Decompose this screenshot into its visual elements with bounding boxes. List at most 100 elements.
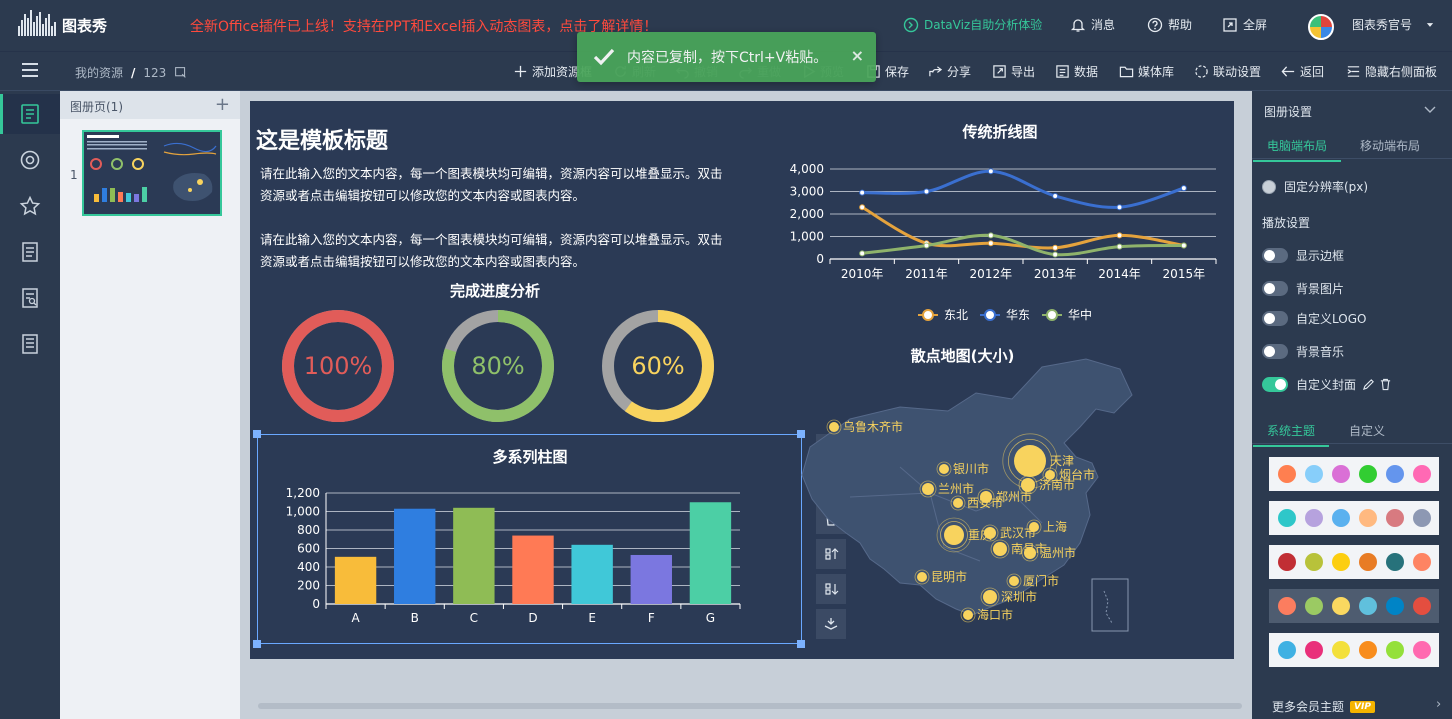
media-library-label: 媒体库 xyxy=(1138,65,1175,79)
line-point xyxy=(1116,243,1123,250)
bg-music-toggle[interactable] xyxy=(1262,344,1288,359)
theme-option[interactable] xyxy=(1269,589,1439,623)
map-point-dot xyxy=(917,572,927,582)
horizontal-scrollbar[interactable] xyxy=(258,703,1242,709)
account-menu[interactable]: 图表秀官号 xyxy=(1352,16,1435,33)
export-button[interactable]: 导出 xyxy=(992,63,1035,80)
bg-image-option[interactable]: 背景图片 xyxy=(1262,280,1344,297)
theme-color-dot xyxy=(1277,597,1296,615)
fixed-resolution-option[interactable]: 固定分辨率(px) xyxy=(1262,178,1368,195)
avatar[interactable] xyxy=(1308,14,1334,40)
chevron-right-icon[interactable]: › xyxy=(1436,697,1441,712)
theme-color-dot xyxy=(1304,553,1323,571)
theme-color-dot xyxy=(1412,553,1431,571)
selection-box[interactable] xyxy=(257,434,802,644)
rail-circle-button[interactable] xyxy=(0,140,60,180)
legend-entry: 东北 xyxy=(944,308,968,322)
resize-handle-bottom-right[interactable] xyxy=(797,640,805,648)
progress-chart-title: 完成进度分析 xyxy=(449,282,540,300)
rail-favorites-button[interactable] xyxy=(0,186,60,226)
hide-right-panel-button[interactable]: 隐藏右侧面板 xyxy=(1346,63,1437,80)
scatter-map[interactable]: 乌鲁木齐市银川市兰州市西安市郑州市天津烟台市济南市重庆武汉市上海南昌市温州市昆明… xyxy=(780,347,1180,637)
custom-cover-toggle[interactable] xyxy=(1262,377,1288,392)
line-chart-legend[interactable]: 东北 华东 华中 xyxy=(910,304,1130,324)
line-y-tick: 4,000 xyxy=(790,162,824,176)
theme-color-dot xyxy=(1304,509,1323,527)
rename-icon[interactable] xyxy=(174,66,187,79)
question-circle-icon xyxy=(1147,17,1163,32)
pencil-icon[interactable] xyxy=(1362,378,1375,391)
theme-color-dot xyxy=(1412,465,1431,483)
resize-handle-top-left[interactable] xyxy=(253,430,261,438)
bg-music-option[interactable]: 背景音乐 xyxy=(1262,343,1344,360)
media-library-button[interactable]: 媒体库 xyxy=(1119,63,1174,80)
rail-document-button[interactable] xyxy=(0,232,60,272)
dataviz-label: DataViz自助分析体验 xyxy=(924,18,1043,32)
share-icon xyxy=(929,66,943,77)
show-border-toggle[interactable] xyxy=(1262,248,1288,263)
tab-pc-layout[interactable]: 电脑端布局 xyxy=(1252,137,1342,162)
line-series-华东 xyxy=(862,169,1185,209)
tab-custom-theme[interactable]: 自定义 xyxy=(1349,422,1385,439)
page-thumbnail[interactable] xyxy=(82,130,222,216)
chevron-down-icon[interactable] xyxy=(1424,103,1436,115)
theme-option[interactable] xyxy=(1269,633,1439,667)
line-point xyxy=(1052,251,1059,258)
bg-music-label: 背景音乐 xyxy=(1296,345,1345,359)
theme-color-dot xyxy=(1304,597,1323,615)
map-point-label: 乌鲁木齐市 xyxy=(843,419,903,434)
share-button[interactable]: 分享 xyxy=(928,63,971,80)
map-point: 深圳市 xyxy=(980,587,1037,607)
rail-list-button[interactable] xyxy=(0,324,60,364)
map-point-label: 厦门市 xyxy=(1023,573,1059,588)
folder-icon xyxy=(1119,66,1134,78)
menu-toggle-icon[interactable] xyxy=(22,63,38,77)
show-border-option[interactable]: 显示边框 xyxy=(1262,247,1344,264)
line-y-tick: 2,000 xyxy=(790,207,824,221)
rail-pages-button[interactable] xyxy=(0,94,60,134)
line-y-tick: 0 xyxy=(816,252,824,266)
text-block-1[interactable]: 请在此输入您的文本内容，每一个图表模块均可编辑，资源内容可以堆叠显示。双击资源或… xyxy=(260,163,730,207)
custom-cover-label: 自定义封面 xyxy=(1296,378,1357,392)
map-point-label: 深圳市 xyxy=(1001,589,1037,604)
page-thumbnail-number: 1 xyxy=(70,168,78,182)
theme-option[interactable] xyxy=(1269,501,1439,535)
messages-button[interactable]: 消息 xyxy=(1070,16,1115,33)
settings-panel-title: 图册设置 xyxy=(1264,105,1313,119)
text-block-2[interactable]: 请在此输入您的文本内容，每一个图表模块均可编辑，资源内容可以堆叠显示。双击资源或… xyxy=(260,229,730,273)
custom-cover-option[interactable]: 自定义封面 xyxy=(1262,376,1392,393)
logo[interactable]: 图表秀 xyxy=(18,8,130,42)
dashboard-canvas[interactable]: 这是模板标题 请在此输入您的文本内容，每一个图表模块均可编辑，资源内容可以堆叠显… xyxy=(250,101,1234,659)
fullscreen-button[interactable]: 全屏 xyxy=(1222,16,1267,33)
trash-icon[interactable] xyxy=(1379,378,1392,391)
theme-option[interactable] xyxy=(1269,457,1439,491)
custom-logo-option[interactable]: 自定义LOGO xyxy=(1262,310,1366,327)
bg-image-toggle[interactable] xyxy=(1262,281,1288,296)
rail-search-doc-button[interactable] xyxy=(0,278,60,318)
playback-label: 播放设置 xyxy=(1262,216,1311,230)
theme-color-dot xyxy=(1358,553,1377,571)
arrow-circle-icon xyxy=(903,17,919,32)
tab-mobile-layout[interactable]: 移动端布局 xyxy=(1360,137,1420,154)
tab-system-theme[interactable]: 系统主题 xyxy=(1252,422,1330,447)
pages-panel-header: 图册页(1) + xyxy=(60,91,240,119)
progress-rings[interactable]: 100% 80% 60% xyxy=(270,301,740,431)
map-point-dot xyxy=(1014,445,1046,477)
toast-close-button[interactable]: × xyxy=(851,46,864,65)
template-title[interactable]: 这是模板标题 xyxy=(256,123,388,155)
custom-logo-toggle[interactable] xyxy=(1262,311,1288,326)
back-button[interactable]: 返回 xyxy=(1281,63,1324,80)
copy-toast: 内容已复制，按下Ctrl+V粘贴。 × xyxy=(577,32,876,82)
more-member-themes[interactable]: 更多会员主题 VIP xyxy=(1272,698,1375,715)
linkage-settings-button[interactable]: 联动设置 xyxy=(1194,63,1261,80)
breadcrumb-root[interactable]: 我的资源 xyxy=(75,64,123,81)
resize-handle-bottom-left[interactable] xyxy=(253,640,261,648)
dataviz-link[interactable]: DataViz自助分析体验 xyxy=(903,16,1042,33)
help-button[interactable]: 帮助 xyxy=(1147,16,1192,33)
add-page-button[interactable]: + xyxy=(215,94,230,115)
progress-ring-label: 80% xyxy=(471,352,524,380)
data-button[interactable]: 数据 xyxy=(1055,63,1098,80)
fixed-resolution-radio[interactable] xyxy=(1262,179,1276,194)
legend-marker xyxy=(984,309,996,321)
theme-option[interactable] xyxy=(1269,545,1439,579)
